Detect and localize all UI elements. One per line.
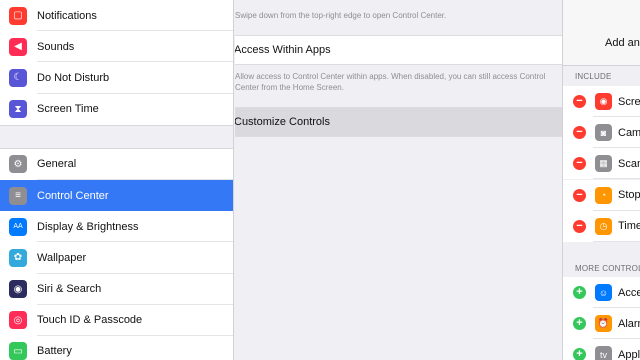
notifications-icon: ▢: [9, 6, 27, 25]
toggles-icon: ≡: [9, 186, 27, 205]
sidebar-item-label: Wallpaper: [37, 251, 87, 264]
add-control-icon[interactable]: +: [573, 286, 586, 299]
timer-icon: ◷: [595, 217, 612, 235]
remove-control-icon[interactable]: −: [573, 188, 586, 202]
remove-control-icon[interactable]: −: [573, 95, 586, 108]
control-row-screen-recording: −◉ Screen Recording: [563, 86, 640, 117]
sidebar-item-label: Notifications: [37, 9, 97, 22]
customize-controls-row[interactable]: Customize Controls: [235, 107, 562, 137]
speaker-icon: ◀: [9, 37, 27, 56]
sidebar-item-general[interactable]: ⚙ General: [0, 149, 233, 181]
settings-sidebar: ▢ Notifications ◀ Sounds ☾ Do Not Disturb ⧗ Scr…: [0, 0, 234, 360]
control-label: Camera: [618, 126, 640, 139]
stopwatch-icon: ◔: [595, 186, 612, 204]
control-row-accessibility-shortcuts: + ☺ Accessibility Shortcuts: [563, 277, 640, 308]
sidebar-item-touch-id-and-passcode[interactable]: ◎ Touch ID & Passcode: [0, 305, 233, 337]
customize-panel: Add and Organize INCLUDE −◉Screen Record…: [562, 0, 640, 360]
qr-code-icon: ▦: [595, 155, 612, 173]
hourglass-icon: ⧗: [9, 100, 27, 119]
sidebar-item-label: Control Center: [37, 189, 109, 202]
control-label: Accessibility Shortcuts: [618, 286, 640, 299]
sidebar-item-display-and-brightness[interactable]: AA Display & Brightness: [0, 211, 233, 243]
remove-control-icon[interactable]: −: [573, 157, 586, 171]
panel-header: [563, 0, 640, 66]
add-control-icon[interactable]: +: [573, 348, 586, 360]
panel-title: Add and Organize: [605, 37, 640, 49]
sidebar-item-label: Battery: [37, 345, 72, 358]
text-size-icon: AA: [9, 217, 27, 236]
accessibility-icon: ☺: [595, 284, 612, 301]
sidebar-item-label: Siri & Search: [37, 283, 102, 296]
sidebar-item-label: Touch ID & Passcode: [37, 314, 143, 327]
sidebar-item-do-not-disturb[interactable]: ☾ Do Not Disturb: [0, 62, 233, 94]
moon-icon: ☾: [9, 68, 27, 87]
sidebar-item-label: Sounds: [37, 40, 75, 53]
sidebar-item-label: Screen Time: [37, 103, 99, 116]
sidebar-item-label: Display & Brightness: [37, 220, 139, 233]
access-within-apps-label: Access Within Apps: [235, 44, 331, 56]
access-note: Allow access to Control Center within ap…: [235, 72, 546, 92]
sidebar-item-siri-and-search[interactable]: ◉ Siri & Search: [0, 274, 233, 305]
remove-control-icon[interactable]: −: [573, 126, 586, 140]
sidebar-item-sounds[interactable]: ◀ Sounds: [0, 31, 233, 63]
record-icon: ◉: [595, 93, 612, 110]
control-row-camera: −◙ Camera: [563, 117, 640, 149]
camera-icon: ◙: [595, 124, 612, 142]
control-label: Alarm: [618, 317, 640, 330]
gear-icon: ⚙: [9, 155, 27, 174]
control-label: Timer: [618, 220, 640, 233]
access-within-apps-row[interactable]: Access Within Apps: [235, 35, 562, 65]
control-row-apple-tv-remote: + tv Apple TV Remote: [563, 339, 640, 360]
add-control-icon[interactable]: +: [573, 317, 586, 331]
sidebar-item-label: Do Not Disturb: [37, 71, 110, 84]
control-label: Scan QR Code: [618, 157, 640, 170]
sidebar-item-screen-time[interactable]: ⧗ Screen Time: [0, 94, 233, 125]
control-row-scan-qr-code: −▦ Scan QR Code: [563, 148, 640, 180]
sidebar-item-notifications[interactable]: ▢ Notifications: [0, 0, 233, 32]
more-controls-header: MORE CONTROLS: [575, 264, 640, 273]
control-label: Stopwatch: [618, 189, 640, 202]
sidebar-group-general: ⚙ General ≡ Control Center AA Display & Brigh…: [0, 148, 233, 360]
flower-icon: ✿: [9, 248, 27, 267]
control-label: Apple TV Remote: [618, 348, 640, 360]
siri-icon: ◉: [9, 280, 27, 299]
include-header: INCLUDE: [575, 72, 612, 81]
sidebar-item-label: General: [37, 158, 77, 171]
sidebar-group-notifications: ▢ Notifications ◀ Sounds ☾ Do Not Disturb ⧗ Scr…: [0, 0, 233, 125]
fingerprint-icon: ◎: [9, 311, 27, 330]
control-center-pane: Swipe down from the top-right edge to op…: [235, 0, 562, 360]
control-label: Screen Recording: [618, 95, 640, 108]
control-row-alarm: + ⏰ Alarm: [563, 308, 640, 340]
sidebar-item-wallpaper[interactable]: ✿ Wallpaper: [0, 242, 233, 274]
battery-icon: ▭: [9, 342, 27, 360]
sidebar-item-battery[interactable]: ▭ Battery: [0, 336, 233, 360]
remove-control-icon[interactable]: −: [573, 219, 586, 233]
control-row-stopwatch: −◔ Stopwatch: [563, 179, 640, 211]
sidebar-group-gap: [0, 124, 233, 149]
apple-tv-icon: tv: [595, 346, 612, 360]
sidebar-item-control-center[interactable]: ≡ Control Center: [0, 179, 233, 212]
control-row-timer: −◷ Timer: [563, 210, 640, 242]
customize-controls-label: Customize Controls: [235, 116, 330, 128]
swipe-note: Swipe down from the top-right edge to op…: [235, 11, 447, 20]
alarm-icon: ⏰: [595, 315, 612, 333]
